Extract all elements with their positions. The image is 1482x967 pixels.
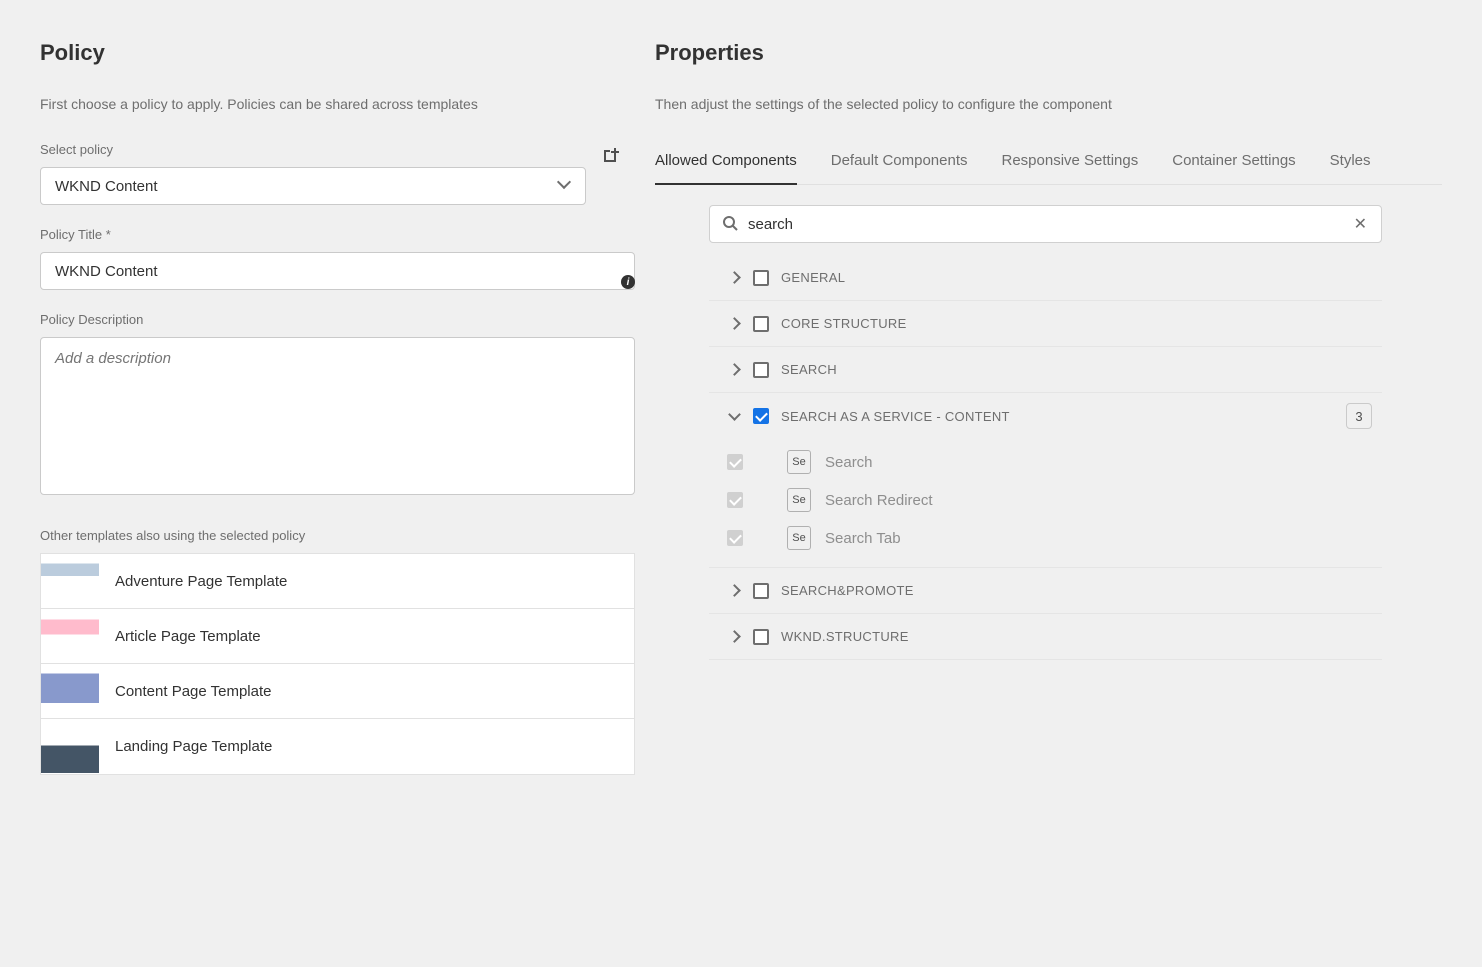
count-badge: 3 <box>1346 403 1372 429</box>
template-thumbnail <box>41 720 99 773</box>
tab-default-components[interactable]: Default Components <box>831 142 968 184</box>
component-label: Search <box>825 454 873 471</box>
info-icon[interactable]: i <box>621 275 635 289</box>
group-label: GENERAL <box>781 270 845 285</box>
chevron-right-icon[interactable] <box>727 363 741 377</box>
template-label: Content Page Template <box>99 683 272 700</box>
group-label: SEARCH&PROMOTE <box>781 583 914 598</box>
group-search[interactable]: SEARCH <box>709 347 1382 393</box>
tabs: Allowed Components Default Components Re… <box>655 142 1442 185</box>
policy-description-label: Policy Description <box>40 312 635 327</box>
group-checkbox[interactable] <box>753 408 769 424</box>
template-item[interactable]: Landing Page Template <box>41 719 634 774</box>
template-thumbnail <box>41 555 99 608</box>
group-checkbox[interactable] <box>753 583 769 599</box>
component-label: Search Redirect <box>825 492 933 509</box>
select-policy-dropdown[interactable]: WKND Content <box>40 167 586 205</box>
search-icon <box>722 215 738 234</box>
template-item[interactable]: Adventure Page Template <box>41 554 634 609</box>
component-label: Search Tab <box>825 530 901 547</box>
component-group-list: GENERAL CORE STRUCTURE SEARCH SEARCH AS … <box>709 255 1382 660</box>
policy-heading: Policy <box>40 40 635 66</box>
policy-title-label: Policy Title * <box>40 227 635 242</box>
group-checkbox[interactable] <box>753 362 769 378</box>
group-children: Se Search Se Search Redirect Se Search T… <box>709 439 1382 568</box>
select-policy-value: WKND Content <box>55 178 158 195</box>
tab-responsive-settings[interactable]: Responsive Settings <box>1002 142 1139 184</box>
other-templates-label: Other templates also using the selected … <box>40 528 635 543</box>
component-item[interactable]: Se Search <box>727 443 1382 481</box>
template-thumbnail <box>41 610 99 663</box>
template-thumbnail <box>41 665 99 718</box>
template-label: Landing Page Template <box>99 738 272 755</box>
policy-subtitle: First choose a policy to apply. Policies… <box>40 96 635 112</box>
group-label: SEARCH <box>781 362 837 377</box>
component-checkbox[interactable] <box>727 454 743 470</box>
component-item[interactable]: Se Search Tab <box>727 519 1382 557</box>
group-label: CORE STRUCTURE <box>781 316 907 331</box>
component-checkbox[interactable] <box>727 492 743 508</box>
tab-container-settings[interactable]: Container Settings <box>1172 142 1295 184</box>
chevron-right-icon[interactable] <box>727 630 741 644</box>
group-label: SEARCH AS A SERVICE - CONTENT <box>781 409 1010 424</box>
other-templates-list: Adventure Page Template Article Page Tem… <box>40 553 635 775</box>
component-icon: Se <box>787 526 811 550</box>
tab-styles[interactable]: Styles <box>1330 142 1371 184</box>
group-label: WKND.STRUCTURE <box>781 629 909 644</box>
group-checkbox[interactable] <box>753 629 769 645</box>
properties-subtitle: Then adjust the settings of the selected… <box>655 96 1442 112</box>
chevron-right-icon[interactable] <box>727 584 741 598</box>
chevron-down-icon <box>559 180 571 192</box>
component-checkbox[interactable] <box>727 530 743 546</box>
component-icon: Se <box>787 488 811 512</box>
group-wknd-structure[interactable]: WKND.STRUCTURE <box>709 614 1382 660</box>
chevron-down-icon[interactable] <box>727 409 741 423</box>
group-core-structure[interactable]: CORE STRUCTURE <box>709 301 1382 347</box>
template-item[interactable]: Article Page Template <box>41 609 634 664</box>
group-general[interactable]: GENERAL <box>709 255 1382 301</box>
component-item[interactable]: Se Search Redirect <box>727 481 1382 519</box>
clear-icon[interactable]: ✕ <box>1350 210 1371 238</box>
component-icon: Se <box>787 450 811 474</box>
template-label: Adventure Page Template <box>99 573 287 590</box>
group-search-service[interactable]: SEARCH AS A SERVICE - CONTENT 3 <box>709 393 1382 439</box>
template-item[interactable]: Content Page Template <box>41 664 634 719</box>
component-search-input[interactable] <box>748 216 1350 233</box>
select-policy-label: Select policy <box>40 142 635 157</box>
add-policy-icon[interactable] <box>600 139 620 173</box>
group-checkbox[interactable] <box>753 316 769 332</box>
policy-title-input[interactable] <box>40 252 635 290</box>
group-search-promote[interactable]: SEARCH&PROMOTE <box>709 568 1382 614</box>
component-search-box: ✕ <box>709 205 1382 243</box>
group-checkbox[interactable] <box>753 270 769 286</box>
template-label: Article Page Template <box>99 628 261 645</box>
policy-description-textarea[interactable] <box>40 337 635 495</box>
chevron-right-icon[interactable] <box>727 317 741 331</box>
tab-allowed-components[interactable]: Allowed Components <box>655 142 797 185</box>
chevron-right-icon[interactable] <box>727 271 741 285</box>
properties-heading: Properties <box>655 40 1442 66</box>
